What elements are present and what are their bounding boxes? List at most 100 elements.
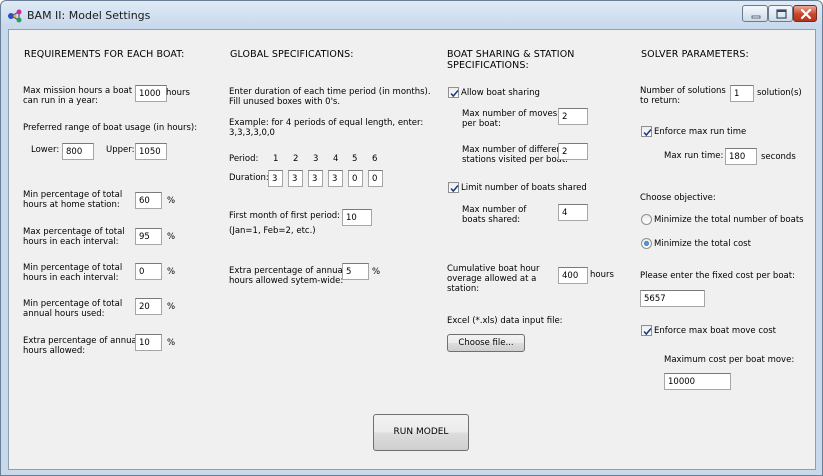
max-shared-input[interactable]: 4 [558,204,588,221]
maximize-button[interactable] [768,5,793,22]
period-number: 6 [372,154,378,164]
window-title: BAM II: Model Settings [27,9,151,22]
duration-input[interactable]: 0 [368,170,383,187]
annual-hours-label-2: annual hours used: [23,309,105,319]
month-hint: (Jan=1, Feb=2, etc.) [229,226,316,236]
usage-range-label: Preferred range of boat usage (in hours)… [23,123,198,133]
max-interval-pct-input[interactable]: 95 [135,228,162,245]
first-month-label: First month of first period: [229,211,341,221]
system-extra-pct-label: Extra percentage of annual [229,266,346,276]
boat-extra-pct-unit: % [167,338,176,348]
minimize-button[interactable] [742,5,768,22]
objective-radio-min-cost[interactable] [641,238,652,249]
close-icon [800,8,812,20]
molecule-app-icon [7,8,23,23]
boat-extra-pct-label: Extra percentage of annual [23,336,140,346]
objective-option-min-cost: Minimize the total cost [654,239,751,249]
max-mission-hours-input[interactable]: 1000 [135,85,167,102]
upper-usage-input[interactable]: 1050 [135,143,167,160]
first-month-input[interactable]: 10 [342,209,372,226]
app-window: BAM II: Model Settings REQUIREMENTS FOR … [0,0,823,476]
max-move-cost-input[interactable]: 10000 [664,373,731,390]
annual-hours-label: Min percentage of total [23,299,123,309]
max-moves-label-2: per boat: [462,119,501,129]
limit-shared-checkbox[interactable] [448,182,459,193]
period-number: 4 [333,154,339,164]
period-label: Period: [229,154,259,164]
max-mission-label: Max mission hours a boat [23,86,133,96]
enforce-runtime-checkbox[interactable] [641,126,652,137]
annual-hours-pct-input[interactable]: 20 [135,298,162,315]
period-number: 1 [273,154,279,164]
enforce-move-cost-checkbox[interactable] [641,325,652,336]
max-stations-label: Max number of different [462,145,566,155]
period-number: 3 [313,154,319,164]
num-solutions-input[interactable]: 1 [730,85,754,102]
boat-sharing-header-2: SPECIFICATIONS: [447,60,529,71]
duration-example-values: 3,3,3,3,0,0 [229,128,275,138]
maximize-icon [776,9,787,19]
cumulative-overage-input[interactable]: 400 [558,267,588,284]
objective-radio-min-boats[interactable] [641,214,652,225]
allow-sharing-label: Allow boat sharing [461,88,540,98]
cumulative-overage-label-3: station: [447,284,480,294]
checkmark-icon [643,128,652,137]
checkmark-icon [643,327,652,336]
system-extra-pct-label-2: hours allowed sytem-wide: [229,276,344,286]
max-moves-label: Max number of moves [462,109,558,119]
checkmark-icon [450,89,459,98]
allow-sharing-checkbox[interactable] [448,87,459,98]
duration-input[interactable]: 0 [348,170,363,187]
boat-extra-pct-input[interactable]: 10 [135,334,162,351]
close-button[interactable] [793,5,817,22]
enforce-move-cost-label: Enforce max boat move cost [654,326,777,336]
duration-input[interactable]: 3 [288,170,303,187]
global-specs-header: GLOBAL SPECIFICATIONS: [230,49,354,60]
boat-requirements-header: REQUIREMENTS FOR EACH BOAT: [24,49,185,60]
max-shared-label-2: boats shared: [462,215,521,225]
duration-label: Duration: [229,173,269,183]
settings-panel: REQUIREMENTS FOR EACH BOAT: Max mission … [8,29,816,470]
radio-selected-dot [644,241,649,246]
upper-label: Upper: [106,145,135,155]
boat-extra-pct-label-2: hours allowed: [23,346,86,356]
min-interval-label-2: hours in each interval: [23,273,119,283]
max-runtime-label: Max run time: [664,151,724,161]
max-runtime-input[interactable]: 180 [725,148,757,165]
lower-label: Lower: [31,145,60,155]
limit-shared-label: Limit number of boats shared [461,183,587,193]
objective-option-min-boats: Minimize the total number of boats [654,215,804,225]
duration-description-2: Fill unused boxes with 0's. [229,97,341,107]
title-bar[interactable]: BAM II: Model Settings [1,1,822,28]
duration-input[interactable]: 3 [308,170,323,187]
duration-input[interactable]: 3 [328,170,343,187]
objective-label: Choose objective: [640,193,716,203]
duration-example: Example: for 4 periods of equal length, … [229,118,424,128]
minimize-icon [751,15,761,19]
max-runtime-unit: seconds [761,152,796,162]
num-solutions-label: Number of solutions [640,86,726,96]
system-extra-pct-unit: % [372,267,381,277]
cumulative-overage-unit: hours [590,270,614,280]
enforce-runtime-label: Enforce max run time [654,127,747,137]
home-station-label-2: hours at home station: [23,200,120,210]
system-extra-pct-input[interactable]: 5 [342,263,369,280]
duration-input[interactable]: 3 [268,170,283,187]
choose-file-button[interactable]: Choose file... [447,334,525,352]
duration-description: Enter duration of each time period (in m… [229,87,431,97]
fixed-cost-input[interactable]: 5657 [640,290,705,307]
max-interval-unit: % [167,232,176,242]
num-solutions-label-2: to return: [640,96,681,106]
run-model-button[interactable]: RUN MODEL [373,414,469,451]
home-station-pct-input[interactable]: 60 [135,192,162,209]
fixed-cost-label: Please enter the fixed cost per boat: [640,271,795,281]
max-moves-input[interactable]: 2 [558,108,588,125]
num-solutions-unit: solution(s) [757,88,802,98]
home-station-unit: % [167,196,176,206]
max-shared-label: Max number of [462,205,527,215]
period-number: 2 [293,154,299,164]
lower-usage-input[interactable]: 800 [62,143,94,160]
min-interval-pct-input[interactable]: 0 [135,263,162,280]
max-stations-input[interactable]: 2 [558,143,588,160]
boat-sharing-header: BOAT SHARING & STATION [447,49,575,60]
